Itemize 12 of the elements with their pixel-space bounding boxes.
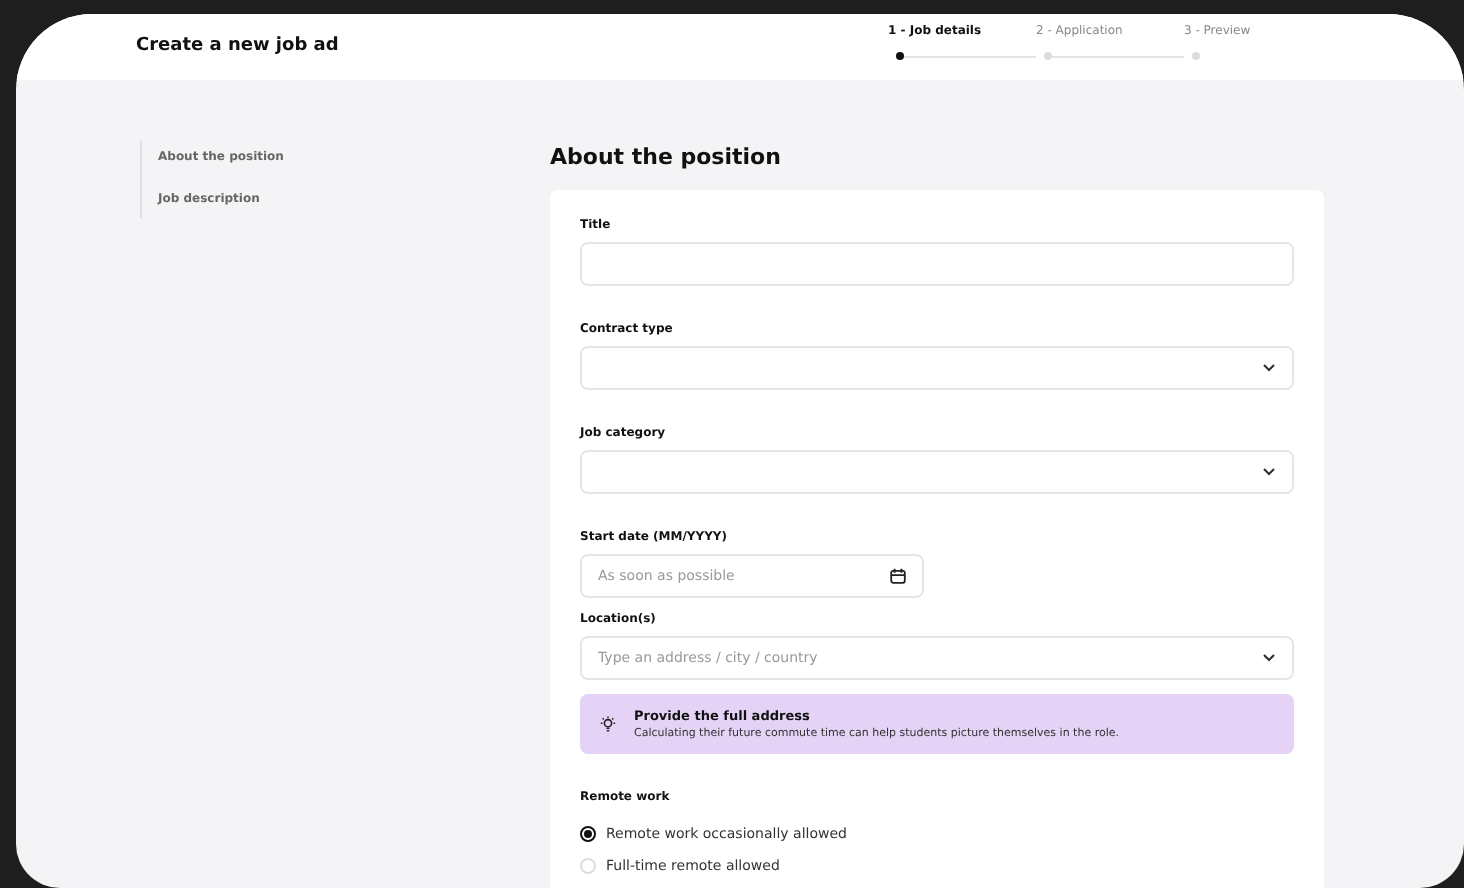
lightbulb-icon	[600, 715, 616, 733]
calendar-icon	[890, 568, 906, 584]
chevron-down-icon	[1262, 467, 1276, 477]
dropdown-field[interactable]	[580, 450, 1294, 494]
text-field[interactable]	[580, 242, 1294, 286]
step-dot	[896, 52, 904, 60]
section-heading: About the position	[550, 144, 783, 170]
chevron-down-icon	[1262, 653, 1276, 663]
dropdown-field[interactable]	[580, 346, 1294, 390]
chevron-down-icon	[1262, 363, 1276, 373]
step-dot	[1192, 52, 1200, 60]
page-title: Create a new job ad	[136, 35, 341, 55]
